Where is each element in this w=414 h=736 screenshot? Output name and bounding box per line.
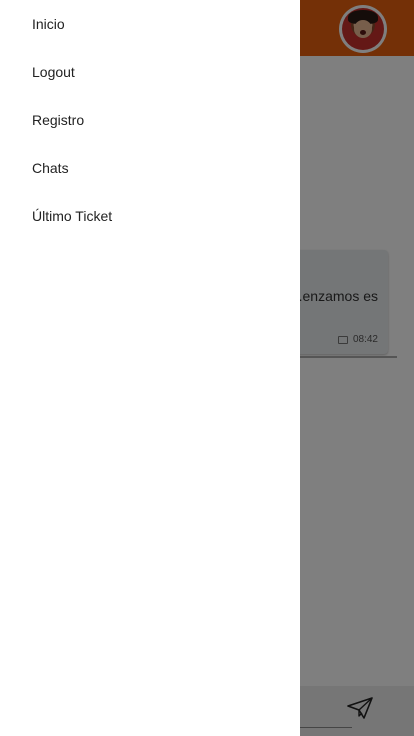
- side-drawer: Inicio Logout Registro Chats Último Tick…: [0, 0, 300, 736]
- menu-item-inicio[interactable]: Inicio: [0, 0, 300, 48]
- menu-item-registro[interactable]: Registro: [0, 96, 300, 144]
- menu-item-ultimo-ticket[interactable]: Último Ticket: [0, 192, 300, 240]
- menu-item-label: Chats: [32, 160, 69, 176]
- menu-item-label: Último Ticket: [32, 208, 113, 224]
- menu-item-logout[interactable]: Logout: [0, 48, 300, 96]
- menu-item-label: Inicio: [32, 16, 65, 32]
- menu-item-label: Logout: [32, 64, 75, 80]
- menu-item-label: Registro: [32, 112, 85, 128]
- menu-item-chats[interactable]: Chats: [0, 144, 300, 192]
